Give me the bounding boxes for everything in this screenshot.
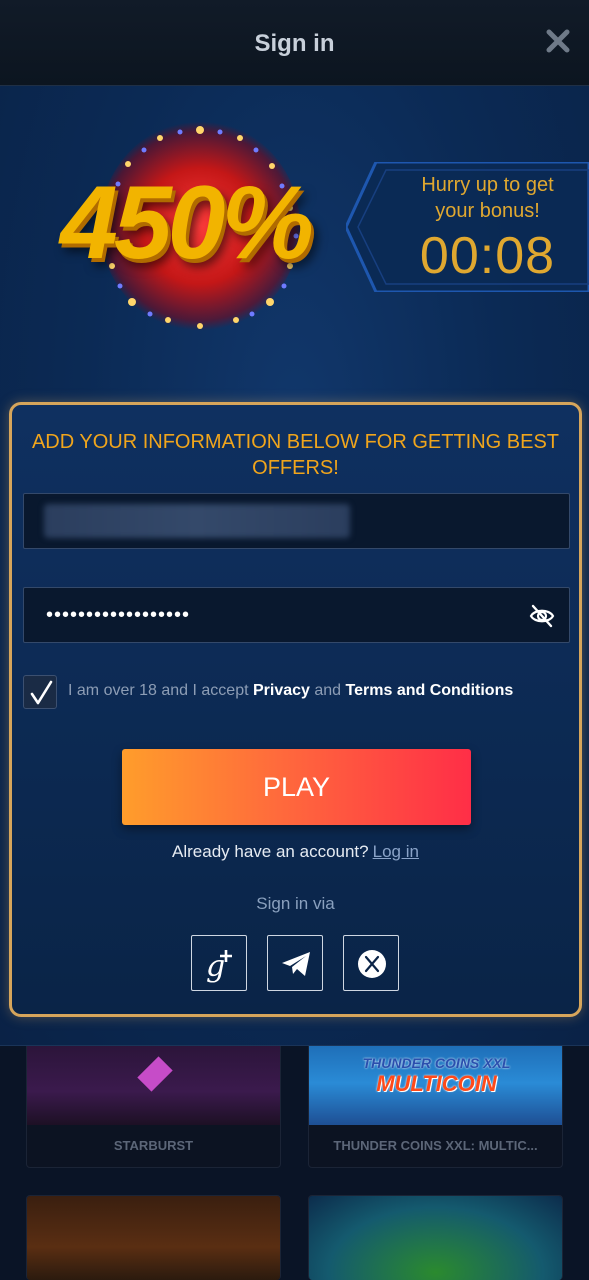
game-logo: THUNDER COINS XXL MULTICOIN	[362, 1055, 511, 1096]
telegram-icon	[282, 952, 310, 976]
email-field[interactable]	[23, 493, 570, 549]
bonus-graphic: 450%	[40, 116, 330, 336]
sign-in-via-label: Sign in via	[256, 894, 335, 913]
login-prompt: Already have an account? Log in	[172, 842, 419, 861]
login-link[interactable]: Log in	[373, 842, 419, 861]
terms-link[interactable]: Terms and Conditions	[346, 682, 514, 699]
consent-text: I am over 18 and I accept Privacy and Te…	[68, 682, 514, 699]
svg-text:g: g	[206, 949, 225, 984]
form-heading: ADD YOUR INFORMATION BELOW FOR GETTING B…	[31, 431, 560, 479]
signin-modal: 450% Hurry up to get your bonus! 00:08 A…	[0, 86, 589, 1046]
google-plus-icon: g	[206, 949, 232, 984]
timer-label: Hurry up to get your bonus!	[421, 174, 554, 222]
game-thumbnail: THUNDER COINS XXL MULTICOIN	[309, 1041, 562, 1125]
google-signin-button[interactable]: g	[191, 935, 247, 991]
game-card-starburst[interactable]: STARBURST	[26, 1040, 281, 1168]
bonus-percent: 450%	[60, 165, 314, 281]
game-card-thunder-coins[interactable]: THUNDER COINS XXL MULTICOIN THUNDER COIN…	[308, 1040, 563, 1168]
close-icon	[546, 29, 570, 53]
game-thumbnail	[27, 1041, 280, 1125]
x-icon	[358, 950, 386, 978]
privacy-link[interactable]: Privacy	[253, 682, 310, 699]
modal-header: Sign in	[0, 0, 589, 86]
game-card[interactable]	[308, 1195, 563, 1280]
game-card[interactable]	[26, 1195, 281, 1280]
password-value: ••••••••••••••••••	[46, 604, 191, 626]
blurred-email-value	[44, 504, 350, 538]
telegram-signin-button[interactable]	[267, 935, 323, 991]
signup-form-card: ADD YOUR INFORMATION BELOW FOR GETTING B…	[9, 402, 582, 1017]
eye-off-icon[interactable]	[529, 603, 555, 629]
game-thumbnail	[27, 1196, 280, 1280]
game-title: STARBURST	[113, 1138, 194, 1153]
game-title: THUNDER COINS XXL: MULTIC...	[333, 1138, 538, 1153]
close-button[interactable]	[545, 28, 571, 54]
play-button[interactable]: PLAY	[122, 749, 471, 825]
page-title: Sign in	[254, 30, 335, 57]
bonus-timer: Hurry up to get your bonus! 00:08	[346, 162, 589, 292]
x-signin-button[interactable]	[343, 935, 399, 991]
password-field[interactable]: ••••••••••••••••••	[23, 587, 570, 643]
game-thumbnail	[309, 1196, 562, 1280]
checkmark-icon	[30, 680, 53, 705]
age-consent-checkbox[interactable]	[23, 675, 57, 709]
timer-countdown: 00:08	[419, 227, 556, 285]
